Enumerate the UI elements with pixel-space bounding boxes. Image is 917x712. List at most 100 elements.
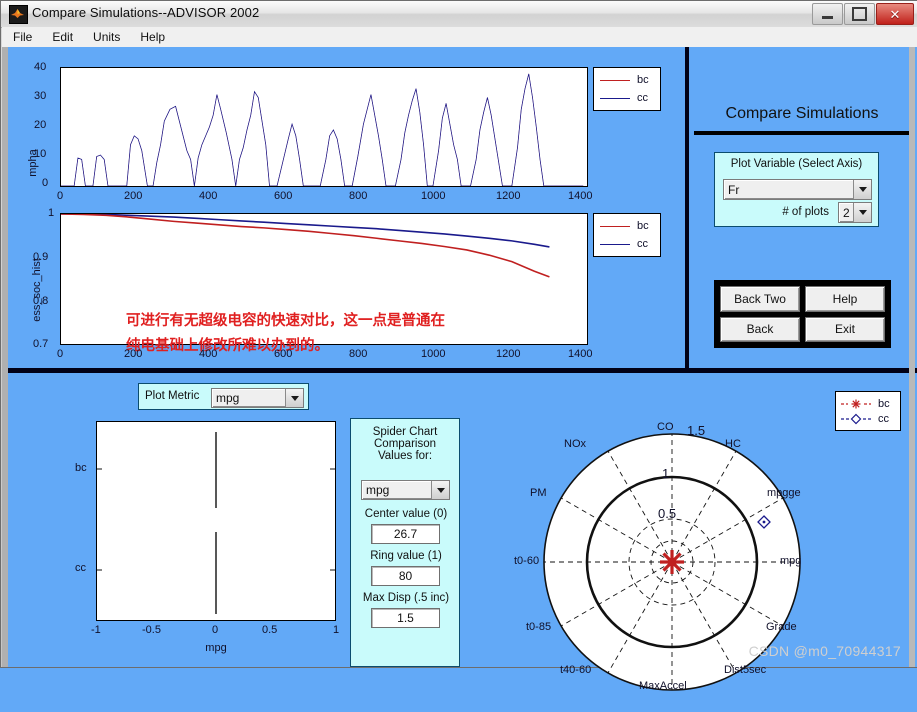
chevron-down-icon[interactable] (431, 481, 449, 499)
chart1-xtick: 0 (57, 190, 64, 202)
spider-axis-label-nox: NOx (564, 438, 586, 450)
horizontal-divider (2, 368, 917, 373)
spider-metric-select[interactable]: mpg (361, 480, 450, 500)
spider-metric-value: mpg (366, 483, 390, 497)
legend-line-cc (600, 97, 630, 99)
application-window: Compare Simulations--ADVISOR 2002 ✕ File… (0, 0, 917, 692)
chart2-ytick: 0.7 (33, 338, 49, 350)
plot-metric-value: mpg (216, 391, 240, 405)
chevron-down-icon[interactable] (853, 180, 871, 199)
chart1-ylabel: mpha (27, 149, 39, 177)
plot-variable-value: Fr (728, 182, 740, 197)
chart1-ytick: 30 (34, 90, 47, 102)
legend-label: bc (637, 220, 649, 232)
chart1-xtick: 1200 (496, 190, 521, 202)
window-title: Compare Simulations--ADVISOR 2002 (32, 5, 260, 20)
menu-item-file[interactable]: File (4, 28, 41, 46)
plot-variable-select[interactable]: Fr (723, 179, 872, 200)
chart1-ytick: 10 (34, 148, 47, 160)
window-controls: ✕ (812, 3, 914, 25)
spider-axis-label-mpg: mpg (780, 555, 802, 567)
chart1-xtick: 800 (349, 190, 368, 202)
bar-chart-xtick: 0 (212, 624, 219, 636)
ring-value-input[interactable]: 80 (371, 566, 440, 586)
ring-value-label: Ring value (1) (370, 550, 442, 562)
chart2-ytick: 0.9 (33, 251, 49, 263)
chart1-series (61, 68, 587, 186)
menu-item-edit[interactable]: Edit (43, 28, 82, 46)
minimize-button[interactable] (812, 3, 843, 25)
spider-axis-label-co: CO (657, 421, 674, 433)
center-value-label: Center value (0) (364, 508, 448, 520)
spider-title-line3: Values for: (377, 450, 433, 462)
spider-axis-label-t0-60: t0-60 (514, 555, 540, 567)
menu-item-help[interactable]: Help (131, 28, 174, 46)
vertical-scrollbar-left[interactable] (2, 47, 8, 667)
bar-chart-series (97, 432, 335, 614)
chart1-xtick: 200 (124, 190, 143, 202)
bar-chart-ytick: cc (75, 562, 86, 574)
spider-chart: 1.5 1 0.5 CO HC mpgge mpg Grade Dist5sec… (502, 421, 832, 707)
spider-radial-tick: 1.5 (687, 423, 706, 438)
chart2-legend: bc cc (593, 213, 661, 257)
panel-title: Compare Simulations (725, 105, 879, 122)
chart2-xtick: 1000 (421, 348, 446, 360)
legend-line-bc (600, 225, 630, 227)
legend-label: bc (637, 74, 649, 86)
max-disp-label: Max Disp (.5 inc) (362, 592, 450, 604)
spider-axis-label-dist5sec: Dist5sec (724, 664, 767, 676)
legend-line-cc (600, 243, 630, 245)
bar-chart-xlabel: mpg (205, 642, 227, 654)
legend-entry: bc (600, 74, 654, 86)
plot-metric-select[interactable]: mpg (211, 388, 304, 408)
chevron-down-icon[interactable] (853, 203, 871, 222)
num-plots-value: 2 (843, 205, 850, 220)
help-button[interactable]: Help (805, 286, 885, 312)
maximize-button[interactable] (844, 3, 875, 25)
legend-line-bc (600, 79, 630, 81)
spider-values-group: Spider Chart Comparison Values for: mpg … (350, 418, 460, 667)
spider-title-line2: Comparison (374, 438, 436, 450)
legend-marker-diamond (841, 413, 871, 424)
bar-chart-xtick: 0.5 (262, 624, 278, 636)
chart1-xtick: 1400 (568, 190, 593, 202)
bar-chart-plot-area (96, 421, 336, 621)
plot-variable-group: Plot Variable (Select Axis) Fr # of plot… (714, 152, 879, 227)
legend-entry: bc (841, 398, 895, 410)
legend-marker-asterisk (841, 399, 871, 408)
legend-entry: cc (600, 92, 654, 104)
spider-axis-label-t0-85: t0-85 (526, 621, 552, 633)
legend-label: bc (878, 397, 890, 410)
chart1-ytick: 40 (34, 61, 47, 73)
vertical-scrollbar-right[interactable] (909, 47, 915, 667)
back-two-button[interactable]: Back Two (720, 286, 800, 312)
exit-button[interactable]: Exit (805, 316, 885, 342)
spider-axis-label-pm: PM (530, 487, 547, 499)
max-disp-input[interactable]: 1.5 (371, 608, 440, 628)
legend-label: cc (637, 238, 648, 250)
bar-chart-ytick: bc (75, 462, 87, 474)
panel-title-rule (694, 131, 909, 135)
menu-item-units[interactable]: Units (84, 28, 129, 46)
chart2-annotation-line2: 纯电基础上修改所难以办到的。 (126, 338, 329, 354)
plot-metric-label: Plot Metric (145, 390, 200, 402)
chart1-xtick: 1000 (421, 190, 446, 202)
chart1-ytick: 20 (34, 119, 47, 131)
center-value-input[interactable]: 26.7 (371, 524, 440, 544)
back-button[interactable]: Back (720, 316, 800, 342)
close-button[interactable]: ✕ (876, 3, 914, 25)
bar-chart-xtick: -1 (91, 624, 101, 636)
chart1-xtick: 400 (199, 190, 218, 202)
watermark: CSDN @m0_70944317 (748, 643, 901, 659)
num-plots-select[interactable]: 2 (838, 202, 872, 223)
legend-label: cc (637, 92, 648, 104)
button-group: Back Two Help Back Exit (714, 280, 891, 348)
chevron-down-icon[interactable] (285, 389, 303, 407)
chart2-xtick: 0 (57, 348, 64, 360)
legend-entry: cc (600, 238, 654, 250)
plot-metric-group: Plot Metric mpg (138, 383, 309, 410)
chart2-xtick: 600 (274, 348, 293, 360)
spider-axis-label-maxaccel: MaxAccel (639, 680, 687, 692)
legend-label: cc (878, 412, 889, 425)
spider-radial-tick: 1 (662, 466, 670, 481)
